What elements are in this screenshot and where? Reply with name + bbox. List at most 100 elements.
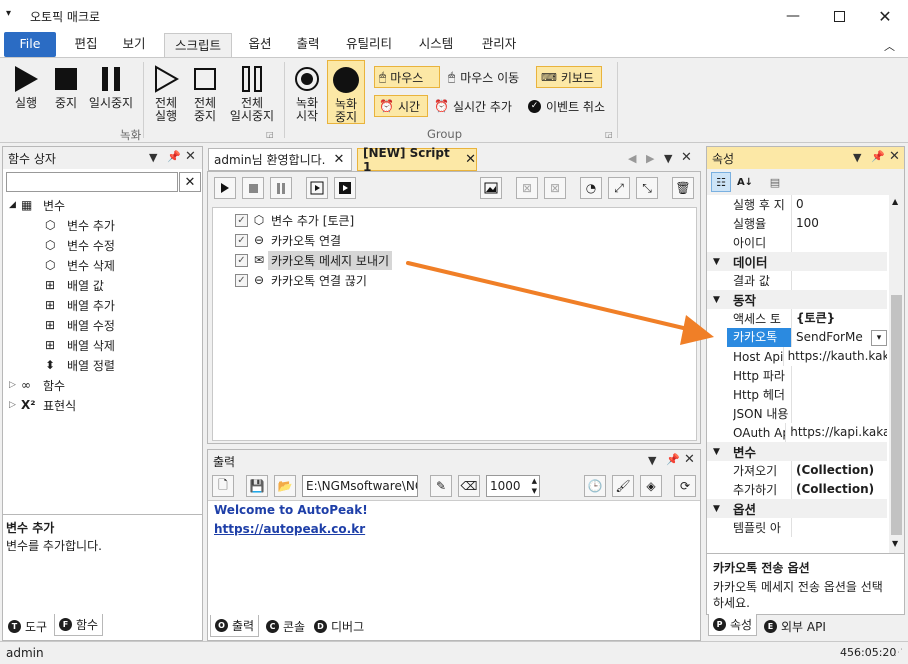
tree-item-var-delete[interactable]: ⬡ 변수 삭제 (9, 255, 199, 275)
tab-tools[interactable]: T 도구 (4, 615, 51, 637)
paint-bucket-icon[interactable]: ◈ (640, 475, 662, 497)
tab-options[interactable]: 옵션 (240, 32, 280, 57)
tree-item-array-sort[interactable]: ⬍ 배열 정렬 (9, 355, 199, 375)
clock-icon[interactable]: 🕒 (584, 475, 606, 497)
doc-tab-welcome[interactable]: admin님 환영합니다. ✕ (208, 148, 352, 171)
image-icon[interactable] (480, 177, 502, 199)
pin-icon[interactable]: 📌 (666, 453, 680, 466)
tab-functions[interactable]: F 함수 (54, 614, 104, 636)
close-tab-icon[interactable]: ✕ (333, 152, 344, 167)
property-row[interactable]: 추가하기 (Collection) (707, 480, 887, 499)
mouse-move-button[interactable]: 🖱 마우스 이동 (444, 66, 536, 88)
stop-button[interactable]: 중지 (48, 64, 84, 110)
category-action[interactable]: ▼ 동작 (707, 290, 887, 309)
refresh-icon[interactable]: ⟳ (674, 475, 696, 497)
eraser-icon[interactable]: ⌫ (458, 475, 480, 497)
delay-stepper[interactable]: 1000 ▲ ▼ (486, 475, 540, 497)
checkbox[interactable]: ✓ (235, 253, 248, 267)
property-row[interactable]: 템플릿 아 (707, 518, 887, 537)
property-row-selected[interactable]: 카카오톡 SendForMe ▾ (707, 328, 887, 347)
collapse-icon[interactable]: ▷ (9, 400, 21, 410)
dialog-launcher-icon[interactable]: ◲ (605, 130, 613, 139)
tab-properties[interactable]: P 속성 (708, 614, 758, 636)
close-icon[interactable]: ✕ (862, 0, 908, 32)
property-row[interactable]: 결과 값 (707, 271, 887, 290)
path-input[interactable]: E:\NGMsoftware\NG (302, 475, 418, 497)
scroll-up-icon[interactable]: ▲ (892, 197, 898, 206)
run-button[interactable]: 실행 (8, 64, 44, 110)
collapse-icon[interactable]: ▷ (9, 380, 21, 390)
tree-item-var-edit[interactable]: ⬡ 변수 수정 (9, 235, 199, 255)
property-row[interactable]: 액세스 토 {토큰} (707, 309, 887, 328)
tree-item-array-value[interactable]: ⊞ 배열 값 (9, 275, 199, 295)
pause-button[interactable]: 일시중지 (86, 64, 136, 110)
checkbox[interactable]: ✓ (235, 233, 248, 247)
tree-node-variables[interactable]: ◢ ▦ 변수 (9, 195, 199, 215)
tab-utility[interactable]: 유틸리티 (338, 32, 400, 57)
scroll-right-icon[interactable]: ▶ (646, 152, 654, 165)
checkbox[interactable]: ✓ (235, 273, 248, 287)
pin-icon[interactable]: 📌 (167, 150, 181, 163)
rotate-icon[interactable]: ◔ (580, 177, 602, 199)
step-run-button[interactable] (306, 177, 328, 199)
property-row[interactable]: 아이디 (707, 233, 887, 252)
clear-search-button[interactable]: ✕ (179, 172, 201, 192)
close-document-icon[interactable]: ✕ (681, 150, 692, 165)
tab-view[interactable]: 보기 (114, 32, 154, 57)
disabled-close-icon[interactable]: ⊠ (516, 177, 538, 199)
tree-item-array-add[interactable]: ⊞ 배열 추가 (9, 295, 199, 315)
property-row[interactable]: JSON 내용 (707, 404, 887, 423)
save-icon[interactable]: 💾 (246, 475, 268, 497)
tree-item-array-edit[interactable]: ⊞ 배열 수정 (9, 315, 199, 335)
tab-console[interactable]: C 콘솔 (262, 615, 309, 637)
collapse-ribbon-icon[interactable]: ︿ (884, 38, 895, 54)
search-input[interactable] (6, 172, 178, 192)
spin-icon[interactable]: ▲ ▼ (532, 476, 537, 496)
minimize-icon[interactable]: — (770, 0, 816, 32)
scroll-down-icon[interactable]: ▼ (892, 539, 898, 548)
tab-list-icon[interactable]: ▼ (664, 152, 672, 165)
tab-admin[interactable]: 관리자 (470, 32, 528, 57)
keyboard-button[interactable]: ⌨ 키보드 (536, 66, 602, 88)
maximize-icon[interactable] (816, 0, 862, 32)
tree-item-array-delete[interactable]: ⊞ 배열 삭제 (9, 335, 199, 355)
tab-script[interactable]: 스크립트 (164, 33, 232, 57)
system-menu-icon[interactable]: ▾ (6, 8, 11, 19)
dropdown-icon[interactable]: ▼ (149, 151, 157, 164)
brush-clean-icon[interactable]: ✎ (430, 475, 452, 497)
doc-tab-script1[interactable]: [NEW] Script 1 ✕ (357, 146, 477, 174)
category-data[interactable]: ▼ 데이터 (707, 252, 887, 271)
property-row[interactable]: Http 파라 (707, 366, 887, 385)
trash-icon[interactable]: 🗑 (672, 177, 694, 199)
run-script-button[interactable] (214, 177, 236, 199)
chevron-down-icon[interactable]: ▼ (707, 447, 725, 457)
run-from-button[interactable] (334, 177, 356, 199)
script-line[interactable]: ✓ ⊖ 카카오톡 연결 (213, 230, 696, 250)
pause-all-button[interactable]: 전체 일시중지 (226, 64, 278, 123)
tree-node-expressions[interactable]: ▷ X² 표현식 (9, 395, 199, 415)
expand-icon[interactable]: ⤢ (608, 177, 630, 199)
tab-debug[interactable]: D 디버그 (310, 615, 368, 637)
property-row[interactable]: 실행율 100 (707, 214, 887, 233)
close-panel-icon[interactable]: ✕ (684, 452, 695, 467)
new-file-icon[interactable]: 🗋 (212, 475, 234, 497)
record-start-button[interactable]: 녹화 시작 (290, 64, 324, 123)
resize-grip-icon[interactable]: ⋰ (894, 648, 903, 658)
dropdown-icon[interactable]: ▼ (648, 454, 656, 467)
collapse-icon[interactable]: ⤡ (636, 177, 658, 199)
realtime-add-button[interactable]: ⏰ 실시간 추가 (430, 95, 522, 117)
property-row[interactable]: Host Apihttps://kauth.kakao (707, 347, 887, 366)
sort-alpha-icon[interactable]: A↓ (735, 172, 755, 192)
property-row[interactable]: Http 헤더 (707, 385, 887, 404)
pause-script-button[interactable] (270, 177, 292, 199)
tab-system[interactable]: 시스템 (410, 32, 462, 57)
time-button[interactable]: ⏰ 시간 (374, 95, 428, 117)
property-row[interactable]: 실행 후 지0 (707, 195, 887, 214)
tree-item-var-add[interactable]: ⬡ 변수 추가 (9, 215, 199, 235)
tab-output[interactable]: 출력 (288, 32, 328, 57)
record-stop-button[interactable]: 녹화 중지 (327, 60, 365, 124)
close-tab-icon[interactable]: ✕ (465, 152, 476, 167)
disabled-close-all-icon[interactable]: ⊠ (544, 177, 566, 199)
output-link[interactable]: https://autopeak.co.kr (214, 522, 365, 536)
stop-script-button[interactable] (242, 177, 264, 199)
